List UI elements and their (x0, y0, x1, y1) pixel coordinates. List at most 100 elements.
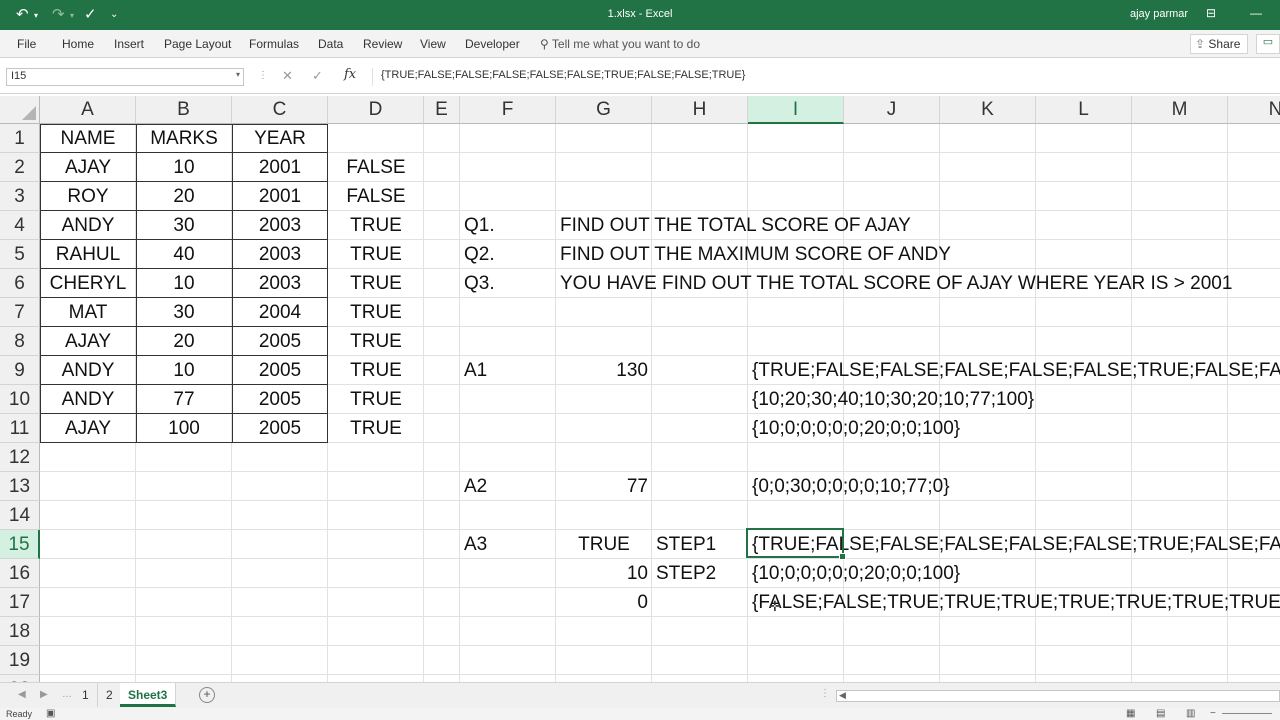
tab-file[interactable]: File (17, 37, 36, 51)
question-text[interactable]: FIND OUT THE MAXIMUM SCORE OF ANDY (556, 240, 1280, 269)
cell-g15[interactable]: TRUE (556, 530, 652, 559)
row-header-13[interactable]: 13 (0, 472, 40, 501)
cell-g9[interactable]: 130 (556, 356, 652, 385)
cell-d3[interactable]: FALSE (328, 182, 424, 211)
question-text[interactable]: YOU HAVE FIND OUT THE TOTAL SCORE OF AJA… (556, 269, 1280, 298)
cell-h16[interactable]: STEP2 (652, 559, 748, 588)
table-cell[interactable]: 100 (136, 414, 232, 443)
cell-g13[interactable]: 77 (556, 472, 652, 501)
row-header-19[interactable]: 19 (0, 646, 40, 675)
column-header-i[interactable]: I (748, 96, 844, 124)
table-cell[interactable]: ANDY (40, 211, 136, 240)
cell-i13[interactable]: {0;0;30;0;0;0;0;10;77;0} (748, 472, 1280, 501)
cell-i16[interactable]: {10;0;0;0;0;0;20;0;0;100} (748, 559, 1280, 588)
table-cell[interactable]: 77 (136, 385, 232, 414)
row-header-4[interactable]: 4 (0, 211, 40, 240)
page-break-view-icon[interactable]: ▥ (1186, 708, 1195, 719)
sheet-tab-2[interactable]: 2 (98, 683, 122, 707)
answer-label-a2[interactable]: A2 (460, 472, 556, 501)
row-header-14[interactable]: 14 (0, 501, 40, 530)
question-label[interactable]: Q3. (460, 269, 556, 298)
zoom-slider[interactable] (1222, 713, 1272, 714)
column-header-n[interactable]: N (1228, 96, 1280, 124)
table-cell[interactable]: AJAY (40, 327, 136, 356)
table-cell[interactable]: AJAY (40, 414, 136, 443)
row-header-8[interactable]: 8 (0, 327, 40, 356)
column-header-c[interactable]: C (232, 96, 328, 124)
question-text[interactable]: FIND OUT THE TOTAL SCORE OF AJAY (556, 211, 1280, 240)
name-box[interactable]: I15 ▾ (6, 68, 244, 86)
add-sheet-icon[interactable]: + (199, 687, 215, 703)
cell-d6[interactable]: TRUE (328, 269, 424, 298)
table-cell[interactable]: 2001 (232, 182, 328, 211)
chevron-down-icon[interactable]: ▾ (236, 70, 240, 79)
cell-d5[interactable]: TRUE (328, 240, 424, 269)
question-label[interactable]: Q2. (460, 240, 556, 269)
select-all-button[interactable] (0, 96, 40, 124)
tab-data[interactable]: Data (318, 37, 343, 51)
insert-function-icon[interactable]: fx (344, 67, 356, 82)
cell-i15[interactable]: {TRUE;FALSE;FALSE;FALSE;FALSE;FALSE;TRUE… (748, 530, 1280, 559)
next-sheet-icon[interactable]: ▶ (40, 689, 48, 700)
table-cell[interactable]: 30 (136, 211, 232, 240)
share-button[interactable]: ⇪ Share (1190, 34, 1248, 54)
column-header-k[interactable]: K (940, 96, 1036, 124)
sheet-tab-sheet3[interactable]: Sheet3 (120, 683, 177, 707)
table-cell[interactable]: AJAY (40, 153, 136, 182)
enter-icon[interactable]: ✓ (312, 68, 323, 84)
table-cell[interactable]: ANDY (40, 385, 136, 414)
more-sheets-icon[interactable]: … (62, 689, 72, 700)
column-header-g[interactable]: G (556, 96, 652, 124)
column-header-d[interactable]: D (328, 96, 424, 124)
table-cell[interactable]: 10 (136, 153, 232, 182)
row-header-20[interactable]: 20 (0, 675, 40, 682)
cell-d7[interactable]: TRUE (328, 298, 424, 327)
row-header-11[interactable]: 11 (0, 414, 40, 443)
tab-page-layout[interactable]: Page Layout (164, 37, 231, 51)
normal-view-icon[interactable]: ▦ (1126, 708, 1135, 719)
page-layout-view-icon[interactable]: ▤ (1156, 708, 1165, 719)
table-cell[interactable]: RAHUL (40, 240, 136, 269)
tab-home[interactable]: Home (62, 37, 94, 51)
macro-record-icon[interactable]: ▣ (46, 708, 55, 719)
cell-g16[interactable]: 10 (556, 559, 652, 588)
row-header-15[interactable]: 15 (0, 530, 40, 559)
table-header-year[interactable]: YEAR (232, 124, 328, 153)
table-cell[interactable]: 20 (136, 327, 232, 356)
cancel-icon[interactable]: ✕ (282, 68, 293, 84)
sheet-tab-1[interactable]: 1 (74, 683, 98, 707)
comments-icon[interactable]: ▭ (1256, 34, 1280, 54)
cell-d11[interactable]: TRUE (328, 414, 424, 443)
answer-label-a3[interactable]: A3 (460, 530, 556, 559)
horizontal-scrollbar[interactable]: ◀ (836, 690, 1280, 702)
column-header-f[interactable]: F (460, 96, 556, 124)
column-header-b[interactable]: B (136, 96, 232, 124)
row-header-12[interactable]: 12 (0, 443, 40, 472)
column-header-a[interactable]: A (40, 96, 136, 124)
cell-d4[interactable]: TRUE (328, 211, 424, 240)
table-cell[interactable]: 40 (136, 240, 232, 269)
zoom-out-icon[interactable]: − (1210, 708, 1216, 719)
table-cell[interactable]: ANDY (40, 356, 136, 385)
tell-me-search[interactable]: ⚲ Tell me what you want to do (540, 37, 700, 51)
cell-d8[interactable]: TRUE (328, 327, 424, 356)
table-cell[interactable]: 2005 (232, 356, 328, 385)
cell-i17[interactable]: {FALSE;FALSE;TRUE;TRUE;TRUE;TRUE;TRUE;TR… (748, 588, 1280, 617)
table-cell[interactable]: 2004 (232, 298, 328, 327)
table-cell[interactable]: CHERYL (40, 269, 136, 298)
column-header-j[interactable]: J (844, 96, 940, 124)
cell-i10[interactable]: {10;20;30;40;10;30;20;10;77;100} (748, 385, 1280, 414)
table-cell[interactable]: 2005 (232, 385, 328, 414)
row-header-7[interactable]: 7 (0, 298, 40, 327)
formula-input[interactable]: {TRUE;FALSE;FALSE;FALSE;FALSE;FALSE;TRUE… (372, 68, 1272, 86)
row-header-9[interactable]: 9 (0, 356, 40, 385)
table-cell[interactable]: 2003 (232, 269, 328, 298)
tab-formulas[interactable]: Formulas (249, 37, 299, 51)
tab-view[interactable]: View (420, 37, 446, 51)
user-name[interactable]: ajay parmar (1130, 8, 1188, 20)
row-header-10[interactable]: 10 (0, 385, 40, 414)
column-header-h[interactable]: H (652, 96, 748, 124)
table-cell[interactable]: 10 (136, 269, 232, 298)
cell-g17[interactable]: 0 (556, 588, 652, 617)
row-header-16[interactable]: 16 (0, 559, 40, 588)
